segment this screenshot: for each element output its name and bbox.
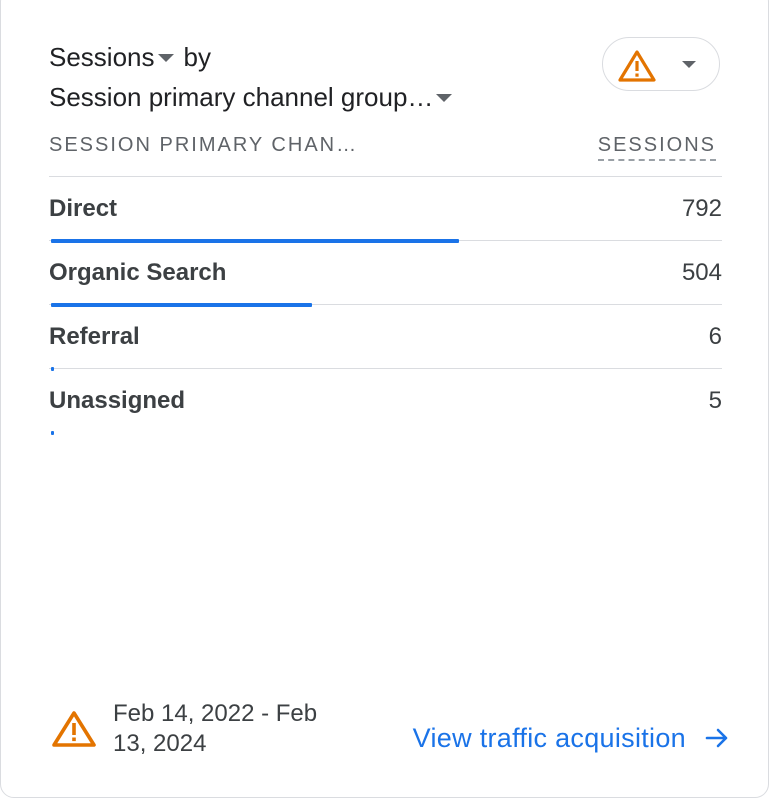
dimension-dropdown-icon[interactable] (436, 94, 453, 102)
data-quality-warning-button[interactable] (602, 37, 720, 91)
row-channel-label: Organic Search (49, 259, 227, 286)
row-sessions-value: 5 (708, 387, 722, 414)
chevron-down-icon (682, 61, 696, 68)
table-row: Organic Search 504 (49, 241, 722, 307)
row-channel-label: Unassigned (49, 387, 186, 414)
sessions-by-channel-card: Sessions by Session primary channel grou… (0, 0, 769, 798)
row-bar-fill (51, 431, 54, 435)
sessions-column-header[interactable]: SESSIONS (597, 132, 716, 161)
channel-table: Direct 792 Organic Search 504 Referral 6… (49, 177, 722, 435)
by-label: by (183, 42, 211, 72)
view-traffic-acquisition-link[interactable]: View traffic acquisition (413, 721, 730, 755)
row-channel-label: Direct (49, 195, 118, 222)
metric-dropdown-icon[interactable] (157, 54, 174, 62)
card-title-dimension: Session primary channel group… (49, 80, 456, 114)
row-sessions-value: 792 (681, 195, 722, 222)
row-sessions-value: 6 (708, 323, 722, 350)
row-sessions-value: 504 (681, 259, 722, 286)
date-range-label: Feb 14, 2022 - Feb 13, 2024 (113, 700, 318, 757)
metric-selector[interactable]: Sessions (49, 40, 155, 74)
card-title-metric: Sessions by (49, 40, 211, 74)
warning-icon (618, 50, 656, 82)
table-row: Direct 792 (49, 177, 722, 243)
row-channel-label: Referral (49, 323, 140, 350)
dimension-column-header: SESSION PRIMARY CHAN… (49, 134, 359, 156)
dimension-selector[interactable]: Session primary channel group… (49, 80, 433, 114)
view-link-label: View traffic acquisition (412, 723, 686, 753)
table-row: Referral 6 (49, 305, 722, 371)
table-row: Unassigned 5 (49, 369, 722, 435)
row-bar-track (51, 431, 720, 435)
warning-icon (52, 711, 96, 747)
arrow-right-icon (705, 728, 728, 748)
